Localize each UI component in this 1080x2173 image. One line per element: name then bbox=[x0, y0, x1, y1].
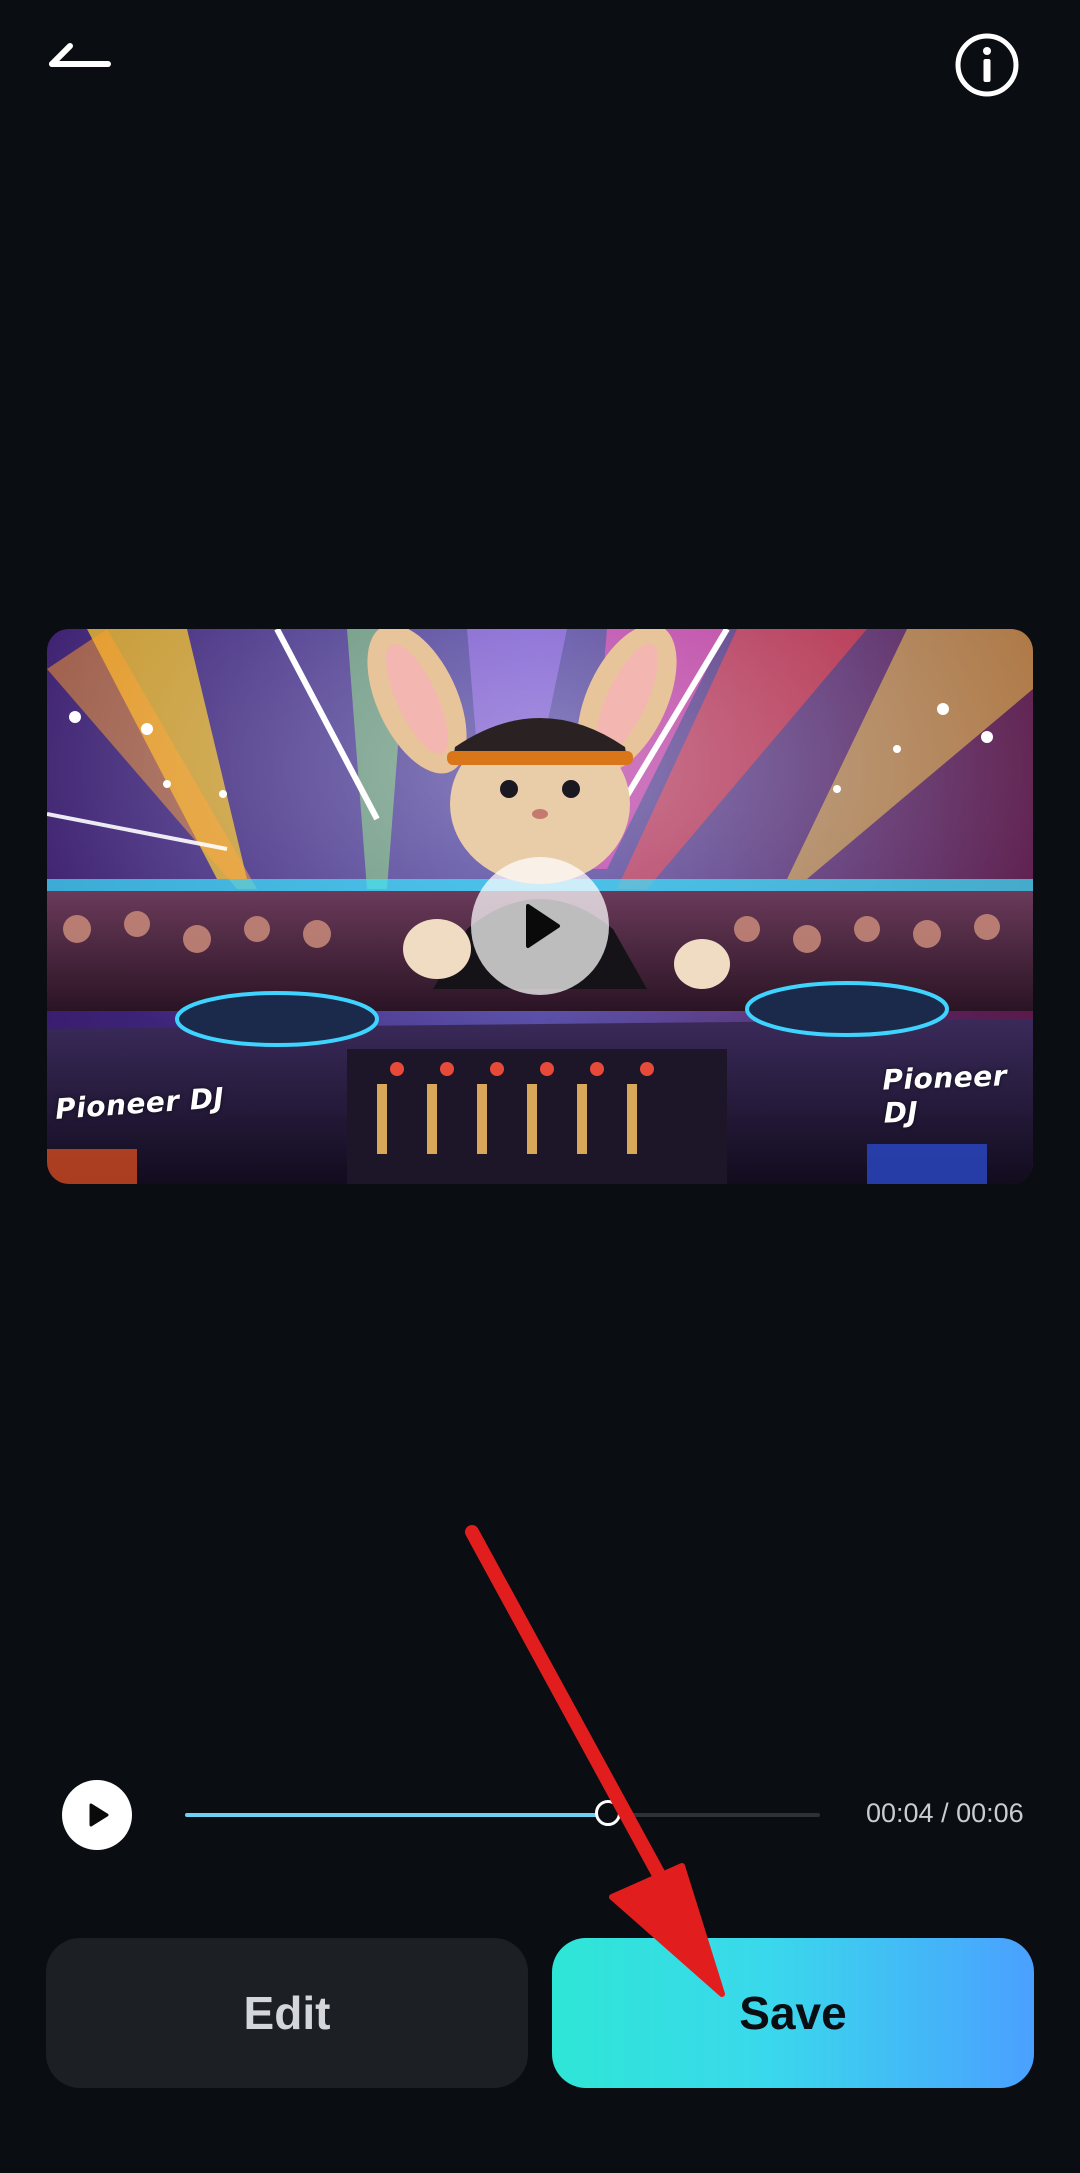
info-circle-icon bbox=[955, 33, 1019, 97]
back-arrow-icon bbox=[49, 43, 111, 67]
info-button[interactable] bbox=[952, 30, 1022, 100]
video-play-button[interactable] bbox=[471, 857, 609, 995]
play-icon bbox=[526, 904, 560, 948]
playback-controls: 00:04 / 00:06 bbox=[0, 1780, 1080, 1850]
video-preview[interactable]: Pioneer DJ Pioneer DJ bbox=[47, 629, 1033, 1184]
deck-brand-label-right: Pioneer DJ bbox=[881, 1059, 1008, 1130]
time-label: 00:04 / 00:06 bbox=[866, 1798, 1024, 1828]
progress-thumb[interactable] bbox=[595, 1800, 622, 1826]
edit-button[interactable]: Edit bbox=[46, 1938, 528, 2088]
progress-track[interactable] bbox=[185, 1800, 820, 1826]
top-bar bbox=[0, 0, 1080, 130]
back-button[interactable] bbox=[40, 28, 120, 88]
play-icon bbox=[89, 1803, 109, 1827]
save-button[interactable]: Save bbox=[552, 1938, 1034, 2088]
progress-fill bbox=[185, 1813, 611, 1817]
play-pause-button[interactable] bbox=[62, 1780, 132, 1850]
